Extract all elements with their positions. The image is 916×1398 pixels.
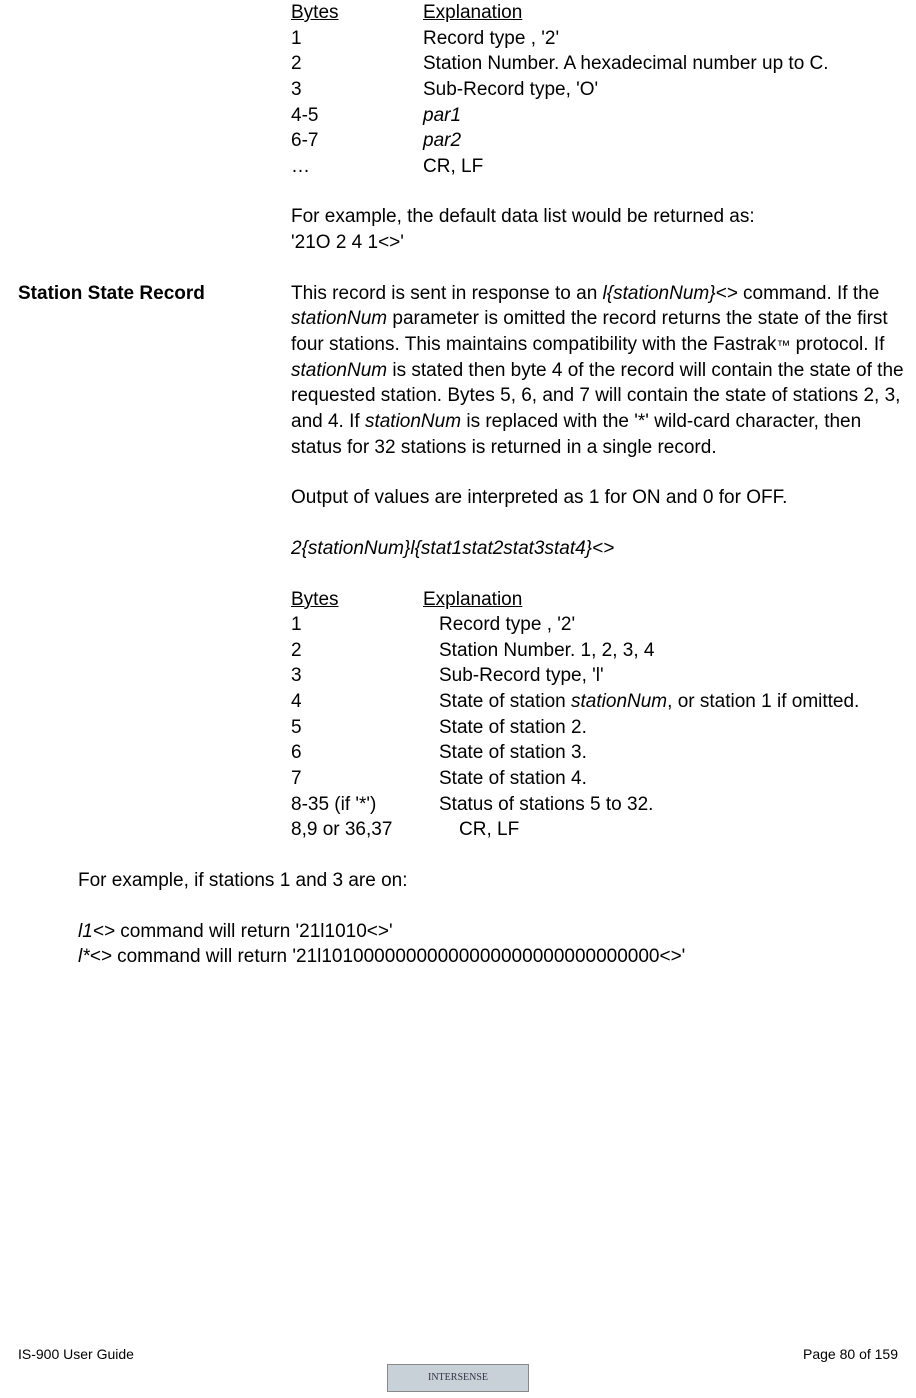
table-cell: 6-7: [291, 128, 423, 154]
example-text: For example, the default data list would…: [291, 204, 906, 230]
table-row: 4State of station stationNum, or station…: [291, 689, 906, 715]
paragraph: This record is sent in response to an l{…: [291, 281, 906, 460]
format-spec: 2{stationNum}l{stat1stat2stat3stat4}<>: [291, 536, 906, 562]
table-cell: 8,9 or 36,37: [291, 817, 459, 843]
example-text: For example, if stations 1 and 3 are on:: [78, 868, 906, 894]
table-cell: …: [291, 154, 423, 180]
paragraph: Output of values are interpreted as 1 fo…: [291, 485, 906, 511]
table-cell: 1: [291, 26, 423, 52]
table-header: Bytes: [291, 0, 423, 26]
table-cell: 4-5: [291, 103, 423, 129]
table-cell: Station Number. 1, 2, 3, 4: [439, 638, 654, 664]
table-cell: 7: [291, 766, 439, 792]
table-cell: 3: [291, 663, 439, 689]
table-header: Bytes: [291, 587, 423, 613]
example-text: '21O 2 4 1<>': [291, 230, 906, 256]
table-cell: Status of stations 5 to 32.: [439, 792, 653, 818]
table-cell: State of station 3.: [439, 740, 587, 766]
table-cell: Sub-Record type, 'O': [423, 77, 598, 103]
table-cell: Sub-Record type, 'l': [439, 663, 604, 689]
table-cell: State of station 4.: [439, 766, 587, 792]
table-header: Explanation: [423, 0, 522, 26]
table-cell: Record type , '2': [423, 26, 559, 52]
table-cell: Record type , '2': [439, 612, 575, 638]
footer-right: Page 80 of 159: [803, 1346, 898, 1362]
example-text: l1<> command will return '21l1010<>': [78, 919, 906, 945]
table-cell: par2: [423, 128, 461, 154]
table-cell: 2: [291, 51, 423, 77]
table-cell: 2: [291, 638, 439, 664]
table-cell: CR, LF: [459, 817, 519, 843]
table-cell: 5: [291, 715, 439, 741]
table-cell: par1: [423, 103, 461, 129]
table-cell: State of station 2.: [439, 715, 587, 741]
footer-left: IS-900 User Guide: [18, 1346, 134, 1362]
example-text: l*<> command will return '21l10100000000…: [78, 944, 906, 970]
table-cell: CR, LF: [423, 154, 483, 180]
table-header: Explanation: [423, 587, 522, 613]
table-cell: 3: [291, 77, 423, 103]
logo: INTERSENSE: [387, 1364, 529, 1392]
section-heading: Station State Record: [18, 281, 291, 307]
table-cell: Station Number. A hexadecimal number up …: [423, 53, 829, 74]
table-cell: 6: [291, 740, 439, 766]
table-cell: 8-35 (if '*'): [291, 792, 439, 818]
table-cell: 1: [291, 612, 439, 638]
